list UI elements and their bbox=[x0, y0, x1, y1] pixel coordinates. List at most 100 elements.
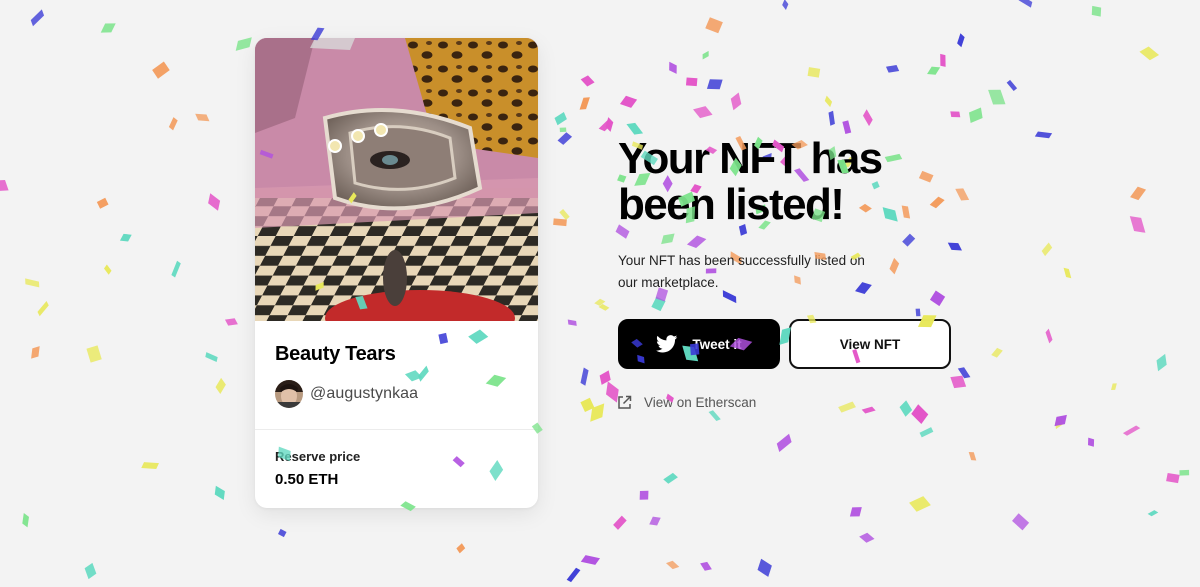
confetti-piece bbox=[25, 278, 40, 288]
confetti-piece bbox=[957, 33, 965, 48]
confetti-piece bbox=[22, 512, 29, 528]
confetti-piece bbox=[955, 188, 970, 201]
confetti-piece bbox=[919, 427, 934, 438]
confetti-piece bbox=[859, 532, 875, 543]
confetti-piece bbox=[1055, 418, 1063, 430]
confetti-piece bbox=[706, 79, 723, 90]
confetti-piece bbox=[1166, 473, 1180, 484]
confetti-piece bbox=[456, 543, 466, 554]
confetti-piece bbox=[171, 260, 181, 278]
confetti-piece bbox=[619, 95, 638, 108]
confetti-piece bbox=[1054, 414, 1067, 427]
confetti-background bbox=[31, 5, 1180, 580]
confetti-piece bbox=[849, 507, 862, 517]
confetti-piece bbox=[899, 400, 913, 417]
confetti-piece bbox=[911, 404, 929, 424]
confetti-piece bbox=[1122, 425, 1141, 436]
confetti-piece bbox=[579, 97, 590, 110]
confetti-piece bbox=[626, 122, 644, 135]
nft-card[interactable]: Beauty Tears @augustynkaa Reserve price … bbox=[255, 38, 538, 508]
view-nft-button-label: View NFT bbox=[839, 336, 901, 352]
confetti-piece bbox=[168, 117, 178, 131]
confetti-piece bbox=[1087, 437, 1095, 447]
tweet-button-label: Tweet it bbox=[692, 336, 742, 352]
confetti-piece bbox=[757, 558, 772, 577]
nft-artwork-image[interactable] bbox=[255, 38, 538, 321]
confetti-piece bbox=[580, 75, 595, 87]
confetti-piece bbox=[100, 23, 116, 33]
confetti-piece bbox=[885, 65, 900, 73]
confetti-piece bbox=[968, 107, 983, 124]
external-link-icon bbox=[617, 395, 632, 410]
confetti-piece bbox=[1063, 267, 1072, 279]
confetti-piece bbox=[947, 242, 962, 251]
page-title: Your NFT has been listed! bbox=[618, 134, 883, 229]
confetti-piece bbox=[598, 303, 610, 311]
confetti-piece bbox=[1111, 383, 1117, 390]
nft-title[interactable]: Beauty Tears bbox=[275, 343, 396, 366]
confetti-piece bbox=[580, 367, 589, 386]
confetti-piece bbox=[1129, 216, 1146, 233]
creator-info[interactable]: @augustynkaa bbox=[275, 380, 418, 408]
confetti-piece bbox=[950, 111, 961, 118]
confetti-piece bbox=[730, 92, 742, 111]
confetti-piece bbox=[554, 111, 567, 126]
confetti-piece bbox=[902, 233, 916, 247]
confetti-piece bbox=[141, 462, 159, 470]
confetti-piece bbox=[838, 401, 856, 413]
confetti-piece bbox=[649, 516, 661, 526]
reserve-price-value: 0.50 ETH bbox=[275, 471, 339, 488]
confetti-piece bbox=[782, 0, 789, 10]
confetti-piece bbox=[1018, 0, 1033, 8]
page-subtitle: Your NFT has been successfully listed on… bbox=[618, 253, 865, 290]
confetti-piece bbox=[1139, 46, 1160, 61]
tweet-button[interactable]: Tweet it bbox=[618, 319, 780, 369]
confetti-piece bbox=[957, 367, 971, 379]
confetti-piece bbox=[31, 346, 40, 359]
confetti-piece bbox=[705, 17, 723, 34]
confetti-piece bbox=[208, 193, 221, 211]
confetti-piece bbox=[559, 208, 570, 221]
confetti-piece bbox=[776, 433, 792, 452]
confetti-piece bbox=[1012, 513, 1030, 531]
confetti-piece bbox=[1041, 242, 1053, 257]
confetti-piece bbox=[205, 352, 218, 363]
confetti-piece bbox=[1045, 328, 1053, 344]
confetti-piece bbox=[594, 298, 606, 306]
confetti-piece bbox=[824, 95, 833, 108]
confetti-piece bbox=[663, 472, 678, 484]
view-nft-button[interactable]: View NFT bbox=[789, 319, 951, 369]
confetti-piece bbox=[567, 319, 577, 326]
confetti-piece bbox=[686, 235, 707, 249]
confetti-overlay bbox=[0, 0, 1190, 583]
confetti-piece bbox=[669, 61, 677, 74]
confetti-piece bbox=[1156, 353, 1167, 372]
view-on-etherscan-link[interactable]: View on Etherscan bbox=[617, 395, 756, 410]
confetti-piece bbox=[104, 264, 112, 275]
confetti-piece bbox=[889, 257, 900, 275]
confetti-piece bbox=[598, 120, 614, 132]
confetti-piece bbox=[553, 218, 567, 227]
confetti-piece bbox=[661, 233, 675, 245]
confetti-piece bbox=[807, 67, 821, 78]
confetti-piece bbox=[119, 233, 132, 242]
creator-handle[interactable]: @augustynkaa bbox=[310, 385, 418, 403]
confetti-piece bbox=[1147, 510, 1159, 517]
confetti-piece bbox=[1091, 5, 1102, 17]
twitter-icon bbox=[656, 335, 678, 353]
confetti-piece bbox=[1179, 469, 1190, 476]
confetti-piece bbox=[37, 301, 49, 317]
confetti-piece bbox=[590, 403, 605, 422]
confetti-piece bbox=[613, 515, 627, 530]
confetti-piece bbox=[235, 37, 252, 51]
confetti-piece bbox=[862, 109, 873, 127]
confetti-piece bbox=[1006, 79, 1018, 92]
avatar[interactable] bbox=[275, 380, 303, 408]
confetti-piece bbox=[708, 410, 721, 421]
confetti-piece bbox=[30, 9, 45, 27]
confetti-piece bbox=[909, 496, 931, 512]
confetti-piece bbox=[86, 345, 102, 363]
confetti-piece bbox=[559, 127, 567, 133]
confetti-piece bbox=[828, 110, 835, 126]
confetti-piece bbox=[557, 132, 573, 145]
